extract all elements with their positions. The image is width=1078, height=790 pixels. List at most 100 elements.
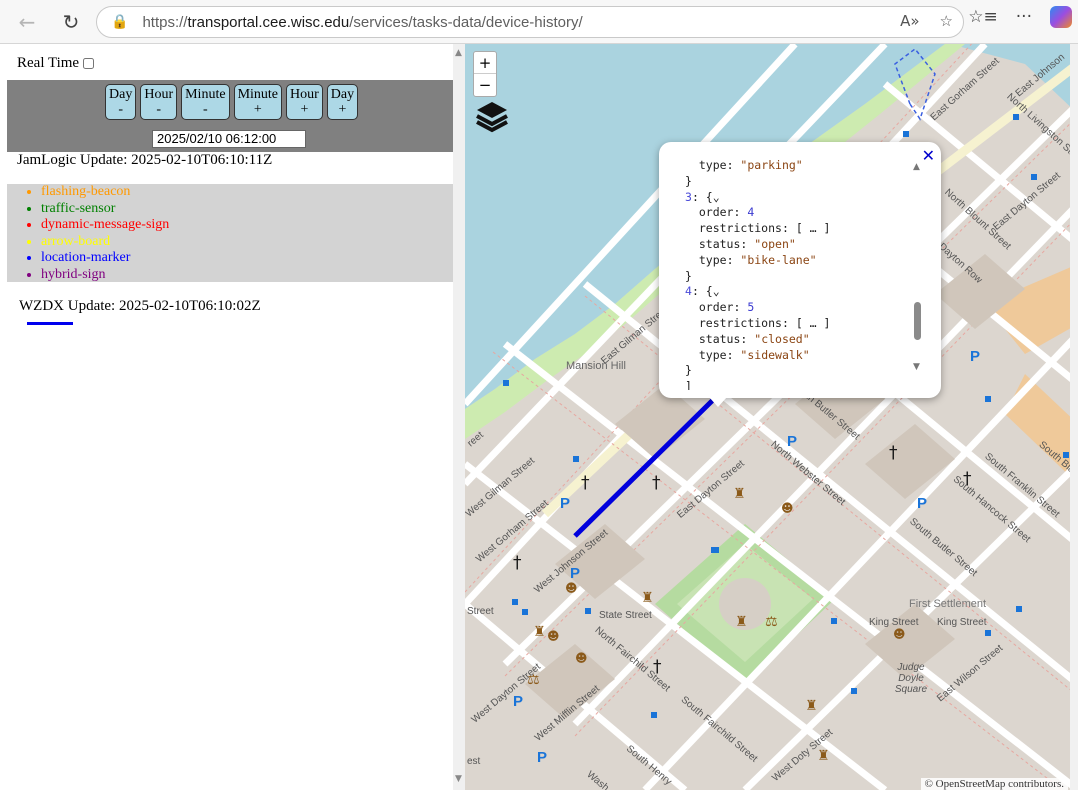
- label-king-street-2: King Street: [937, 617, 987, 628]
- legend-item-hybrid-sign: hybrid-sign: [41, 267, 453, 284]
- realtime-checkbox[interactable]: [83, 58, 95, 69]
- popup-line: type: "sidewalk": [698, 347, 810, 362]
- svg-text:P: P: [787, 433, 797, 450]
- time-control-box: Day - Hour - Minute - Minute + Hour + Day + 2025/02…: [7, 80, 453, 152]
- popup-line: type: "bike-lane": [698, 252, 817, 267]
- time-step-button-day-minus[interactable]: Day -: [105, 84, 137, 120]
- time-step-button-minute-plus[interactable]: Minute +: [233, 84, 283, 120]
- time-step-unit: Hour: [290, 87, 319, 102]
- map-view[interactable]: P P P P P P P † † † † † † ♜ ⚖ ♜ ♜ ♜ ⚖ ♜ …: [465, 44, 1078, 790]
- left-panel-scrollbar[interactable]: ▲ ▼: [453, 44, 465, 790]
- svg-text:♜: ♜: [533, 624, 546, 640]
- legend-item-dynamic-message-sign: dynamic-message-sign: [41, 217, 453, 234]
- device-info-popup[interactable]: ✕ type: "parking"} 3: {⌄ order: 4 restric…: [659, 142, 941, 407]
- popup-line: restrictions: [ … ]: [698, 221, 831, 236]
- realtime-toggle[interactable]: Real Time: [17, 55, 95, 72]
- favorite-star-icon[interactable]: ☆: [940, 12, 953, 30]
- time-step-sign: +: [253, 102, 262, 117]
- back-arrow-icon[interactable]: ←: [10, 5, 44, 39]
- time-step-unit: Hour: [144, 87, 174, 102]
- popup-line: }: [685, 268, 692, 283]
- url-path: /services/tasks-data/device-history/: [349, 13, 583, 31]
- url-host: transportal.cee.wisc.edu: [187, 13, 350, 31]
- browser-toolbar: ← ↻ 🔒 https://transportal.cee.wisc.edu/s…: [0, 0, 1078, 44]
- svg-text:⚖: ⚖: [765, 614, 778, 630]
- popup-line: status: "open": [698, 236, 796, 251]
- popup-line: order: 4: [698, 205, 755, 220]
- svg-text:♜: ♜: [735, 614, 748, 630]
- label-est: est: [467, 756, 481, 767]
- scroll-down-arrow-icon[interactable]: ▼: [455, 774, 462, 784]
- time-step-sign: -: [156, 102, 162, 117]
- time-step-button-day-plus[interactable]: Day +: [326, 84, 359, 120]
- svg-text:☻: ☻: [565, 581, 578, 595]
- svg-text:†: †: [652, 473, 661, 493]
- wzdx-line-swatch: [27, 322, 73, 325]
- zoom-out-button[interactable]: −: [474, 74, 496, 96]
- popup-line: }: [685, 363, 692, 378]
- legend-item-traffic-sensor: traffic-sensor: [41, 201, 453, 218]
- svg-text:P: P: [537, 749, 547, 766]
- popup-line: 3: {⌄: [685, 189, 720, 204]
- time-step-sign: -: [203, 102, 208, 117]
- svg-text:†: †: [513, 553, 522, 573]
- popup-line: ]: [685, 379, 692, 390]
- svg-text:☻: ☻: [547, 629, 560, 643]
- address-bar[interactable]: 🔒 https://transportal.cee.wisc.edu/servi…: [96, 6, 964, 38]
- time-step-sign: -: [118, 102, 123, 117]
- popup-scroll-up-icon[interactable]: ▲: [913, 162, 920, 172]
- legend-item-flashing-beacon: flashing-beacon: [41, 184, 453, 201]
- svg-text:☻: ☻: [893, 627, 906, 641]
- label-judge-doyle: Judge Doyle Square: [894, 662, 928, 695]
- device-legend: flashing-beacontraffic-sensordynamic-mes…: [7, 184, 453, 282]
- wzdx-update-text: WZDX Update: 2025-02-10T06:10:02Z: [19, 298, 261, 314]
- time-step-button-minute-minus[interactable]: Minute -: [181, 84, 230, 120]
- label-mansion-hill: Mansion Hill: [566, 360, 626, 372]
- svg-text:♜: ♜: [733, 486, 746, 502]
- realtime-label: Real Time: [17, 55, 80, 71]
- popup-tip: [709, 397, 727, 407]
- svg-text:†: †: [581, 473, 590, 493]
- datetime-input[interactable]: 2025/02/10 06:12:00: [152, 130, 306, 148]
- svg-text:†: †: [889, 443, 898, 463]
- time-step-unit: Day: [330, 87, 355, 102]
- popup-scroll-down-icon[interactable]: ▼: [913, 362, 920, 372]
- label-king-street-1: King Street: [869, 617, 919, 628]
- scroll-up-arrow-icon[interactable]: ▲: [455, 48, 462, 58]
- map-scrollbar[interactable]: [1070, 44, 1078, 790]
- svg-text:P: P: [917, 495, 927, 512]
- time-step-buttons: Day - Hour - Minute - Minute + Hour + Day +: [105, 84, 359, 120]
- time-step-button-hour-plus[interactable]: Hour +: [286, 84, 323, 120]
- time-step-button-hour-minus[interactable]: Hour -: [140, 84, 178, 120]
- copilot-icon[interactable]: [1050, 6, 1072, 28]
- popup-scrollbar[interactable]: ▲ ▼: [913, 162, 923, 374]
- zoom-in-button[interactable]: +: [474, 52, 496, 74]
- popup-line: }: [685, 173, 692, 188]
- popup-close-icon[interactable]: ✕: [922, 146, 935, 165]
- jamlogic-update-text: JamLogic Update: 2025-02-10T06:10:11Z: [17, 152, 273, 168]
- svg-text:☻: ☻: [781, 501, 794, 515]
- zoom-control: + −: [473, 51, 497, 97]
- time-step-sign: +: [300, 102, 309, 117]
- url-prefix: https://: [142, 13, 188, 31]
- svg-text:♜: ♜: [641, 590, 654, 606]
- popup-json-content[interactable]: type: "parking"} 3: {⌄ order: 4 restricti…: [685, 158, 911, 390]
- map-attribution[interactable]: © OpenStreetMap contributors.: [920, 778, 1068, 790]
- layers-icon[interactable]: [473, 98, 511, 136]
- popup-scroll-thumb[interactable]: [914, 302, 921, 340]
- more-menu-icon[interactable]: ···: [1016, 7, 1032, 27]
- read-aloud-icon[interactable]: A»: [900, 12, 919, 30]
- svg-text:☻: ☻: [575, 651, 588, 665]
- svg-text:P: P: [560, 495, 570, 512]
- popup-line: type: "parking": [698, 158, 803, 172]
- legend-item-arrow-board: arrow-board: [41, 234, 453, 251]
- popup-line: order: 5: [698, 300, 755, 315]
- reload-icon[interactable]: ↻: [54, 5, 88, 39]
- label-first-settlement: First Settlement: [909, 598, 987, 610]
- label-street-left: Street: [467, 606, 494, 617]
- popup-line: status: "closed": [698, 331, 810, 346]
- svg-text:P: P: [513, 693, 523, 710]
- time-step-sign: +: [338, 102, 347, 117]
- time-step-unit: Day: [109, 87, 133, 102]
- favorites-list-icon[interactable]: ☆≡: [968, 7, 997, 27]
